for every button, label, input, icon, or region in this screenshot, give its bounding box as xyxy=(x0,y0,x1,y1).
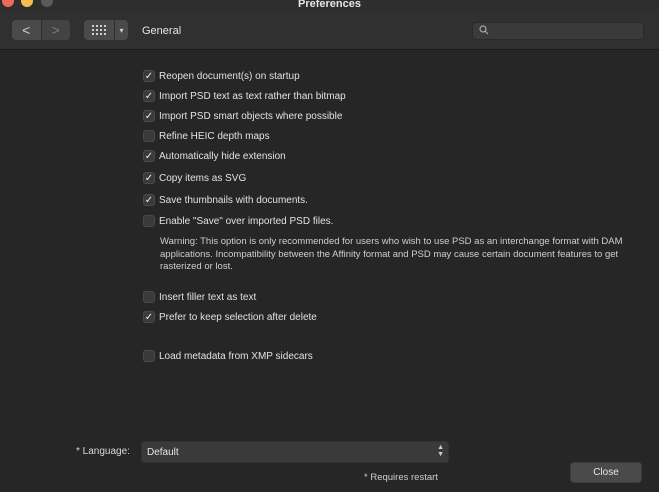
window-title: Preferences xyxy=(298,0,361,10)
checkbox[interactable] xyxy=(143,215,155,227)
checkbox[interactable]: ✓ xyxy=(143,110,155,122)
preferences-window: Preferences < > ▾ General ✓ Reopen docum… xyxy=(0,0,659,492)
psd-warning-text: Warning: This option is only recommended… xyxy=(160,236,623,272)
option-enable-save-psd[interactable]: Enable "Save" over imported PSD files. xyxy=(143,214,333,228)
checkbox[interactable]: ✓ xyxy=(143,70,155,82)
grid-icon xyxy=(84,20,114,40)
option-label: Reopen document(s) on startup xyxy=(159,70,300,82)
chevron-right-icon: > xyxy=(51,22,60,38)
restart-note: * Requires restart xyxy=(364,472,438,483)
option-label: Refine HEIC depth maps xyxy=(159,130,270,142)
checkbox[interactable] xyxy=(143,130,155,142)
nav-button-group: < > xyxy=(12,20,70,40)
title-bar: Preferences xyxy=(0,0,659,12)
checkbox[interactable]: ✓ xyxy=(143,194,155,206)
option-reopen-documents[interactable]: ✓ Reopen document(s) on startup xyxy=(143,69,300,83)
option-import-psd-smart-objects[interactable]: ✓ Import PSD smart objects where possibl… xyxy=(143,109,342,123)
updown-arrows-icon: ▲ ▼ xyxy=(437,444,444,458)
chevron-down-icon[interactable]: ▾ xyxy=(114,20,128,40)
checkmark-icon: ✓ xyxy=(144,90,154,102)
show-all-button[interactable]: ▾ xyxy=(84,20,128,40)
option-label: Import PSD smart objects where possible xyxy=(159,110,343,122)
checkbox[interactable] xyxy=(143,291,155,303)
option-copy-svg[interactable]: ✓ Copy items as SVG xyxy=(143,171,246,185)
search-input[interactable] xyxy=(489,25,643,37)
language-label: * Language: xyxy=(76,446,130,457)
option-label: Prefer to keep selection after delete xyxy=(159,311,317,323)
option-import-psd-text[interactable]: ✓ Import PSD text as text rather than bi… xyxy=(143,89,346,103)
option-label: Import PSD text as text rather than bitm… xyxy=(159,90,346,102)
option-label: Insert filler text as text xyxy=(159,291,257,303)
search-icon xyxy=(479,22,489,40)
language-value: Default xyxy=(147,446,179,458)
forward-button[interactable]: > xyxy=(40,20,70,40)
option-keep-selection[interactable]: ✓ Prefer to keep selection after delete xyxy=(143,310,317,324)
language-select[interactable]: Default ▲ ▼ xyxy=(141,441,449,463)
checkbox[interactable]: ✓ xyxy=(143,150,155,162)
checkmark-icon: ✓ xyxy=(144,150,154,162)
close-button[interactable]: Close xyxy=(570,462,642,483)
checkmark-icon: ✓ xyxy=(144,110,154,122)
checkbox[interactable]: ✓ xyxy=(143,172,155,184)
checkbox[interactable] xyxy=(143,350,155,362)
option-hide-extension[interactable]: ✓ Automatically hide extension xyxy=(143,149,286,163)
checkbox[interactable]: ✓ xyxy=(143,90,155,102)
option-save-thumbnails[interactable]: ✓ Save thumbnails with documents. xyxy=(143,193,308,207)
option-label: Copy items as SVG xyxy=(159,172,247,184)
toolbar: < > ▾ General xyxy=(0,12,659,50)
option-label: Save thumbnails with documents. xyxy=(159,194,308,206)
option-label: Enable "Save" over imported PSD files. xyxy=(159,215,334,227)
option-refine-heic[interactable]: Refine HEIC depth maps xyxy=(143,129,270,143)
section-title: General xyxy=(142,25,182,37)
back-button[interactable]: < xyxy=(12,20,41,40)
option-label: Load metadata from XMP sidecars xyxy=(159,350,313,362)
checkmark-icon: ✓ xyxy=(144,70,154,82)
search-box[interactable] xyxy=(472,22,644,40)
checkmark-icon: ✓ xyxy=(144,311,154,323)
option-label: Automatically hide extension xyxy=(159,150,286,162)
checkbox[interactable]: ✓ xyxy=(143,311,155,323)
option-insert-filler-text[interactable]: Insert filler text as text xyxy=(143,290,256,304)
chevron-left-icon: < xyxy=(22,22,31,38)
option-load-xmp-metadata[interactable]: Load metadata from XMP sidecars xyxy=(143,349,313,363)
checkmark-icon: ✓ xyxy=(144,194,154,206)
checkmark-icon: ✓ xyxy=(144,172,154,184)
